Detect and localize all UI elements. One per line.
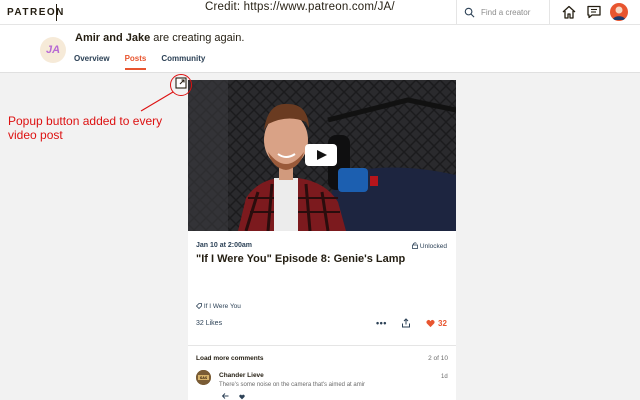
svg-text:GAS: GAS — [200, 376, 208, 380]
heart-icon[interactable] — [426, 319, 435, 328]
creator-header: JA Amir and Jake are creating again. Ove… — [0, 25, 640, 73]
commenter-avatar-icon: GAS — [196, 370, 211, 385]
reply-icon[interactable] — [222, 393, 229, 399]
comment-avatar[interactable]: GAS — [196, 370, 211, 385]
post-title[interactable]: "If I Were You" Episode 8: Genie's Lamp — [196, 253, 405, 265]
post-card: Jan 10 at 2:00am Unlocked "If I Were You… — [175, 77, 456, 400]
like-count: 32 — [438, 319, 447, 328]
creator-title: Amir and Jake are creating again. — [75, 32, 244, 44]
creator-avatar[interactable]: JA — [40, 37, 66, 63]
top-navigation-bar: PATREON Credit: https://www.patreon.com/… — [0, 0, 640, 25]
comment-author[interactable]: Chander Lieve — [219, 372, 264, 379]
comment-count: 2 of 10 — [428, 355, 448, 362]
card-divider — [188, 345, 456, 346]
post-tag[interactable]: If I Were You — [195, 303, 241, 310]
tab-overview[interactable]: Overview — [74, 54, 110, 70]
unlock-icon — [412, 242, 418, 249]
post-tag-label: If I Were You — [203, 303, 241, 310]
comment-time: 1d — [441, 374, 448, 380]
unlocked-label: Unlocked — [419, 243, 447, 250]
annotation-text: Popup button added to every video post — [8, 114, 163, 142]
user-avatar[interactable] — [610, 3, 628, 21]
creator-tagline: are creating again. — [150, 32, 245, 44]
search-box[interactable] — [456, 0, 550, 25]
comment-text: There's some noise on the camera that's … — [219, 382, 366, 388]
home-icon[interactable] — [561, 4, 577, 20]
annotation-circle — [170, 74, 192, 96]
creator-tabs: Overview Posts Community — [74, 54, 205, 70]
unlocked-badge: Unlocked — [412, 242, 447, 250]
tab-posts[interactable]: Posts — [124, 54, 147, 70]
search-icon — [464, 7, 475, 18]
credit-caption: Credit: https://www.patreon.com/JA/ — [205, 1, 395, 13]
messages-icon[interactable] — [586, 4, 602, 20]
post-date[interactable]: Jan 10 at 2:00am — [196, 242, 252, 249]
tag-icon — [195, 303, 202, 310]
load-more-comments-link[interactable]: Load more comments — [196, 355, 264, 362]
more-options-button[interactable]: ••• — [376, 318, 387, 328]
play-button[interactable] — [305, 144, 337, 166]
tab-community[interactable]: Community — [161, 54, 205, 70]
video-player[interactable] — [188, 80, 456, 231]
user-avatar-icon — [612, 6, 626, 20]
likes-count[interactable]: 32 Likes — [196, 320, 222, 327]
share-icon[interactable] — [401, 318, 411, 328]
search-input[interactable] — [481, 5, 547, 20]
logo-divider — [56, 4, 57, 21]
comment-heart-icon[interactable] — [239, 394, 245, 400]
creator-name[interactable]: Amir and Jake — [75, 32, 150, 44]
